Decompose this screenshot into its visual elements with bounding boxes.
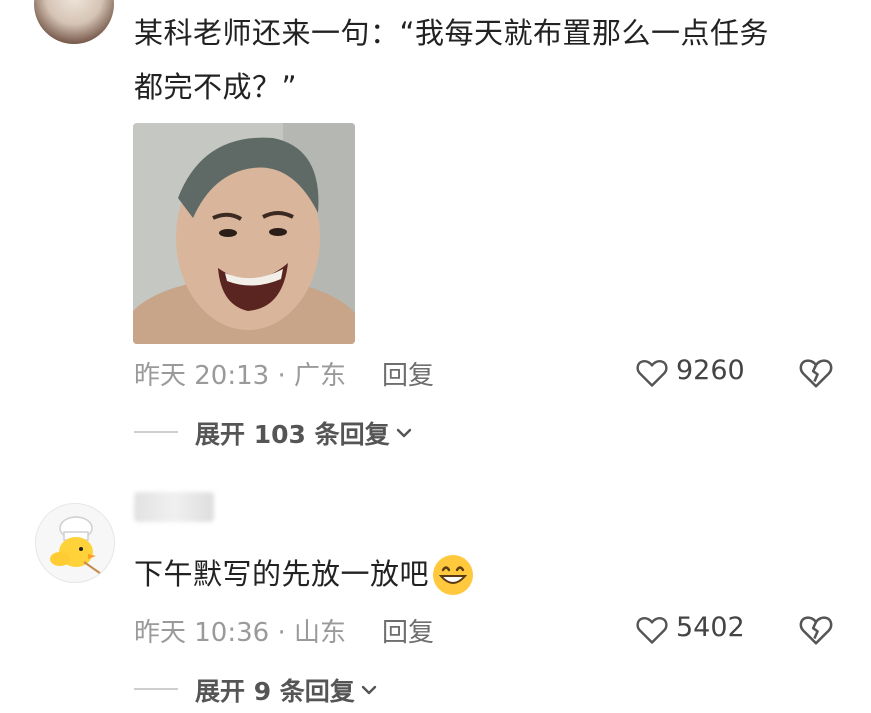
- comment-text-line: 某科老师还来一句：“我每天就布置那么一点任务: [134, 16, 770, 50]
- comment-image[interactable]: [133, 123, 355, 344]
- username-placeholder: [134, 492, 214, 522]
- comment-text-row: 下午默写的先放一放吧: [134, 551, 474, 598]
- chef-duck-avatar-icon: [36, 504, 114, 582]
- expand-replies-label: 展开 103 条回复: [195, 420, 390, 449]
- chevron-down-icon: [359, 680, 379, 700]
- expand-replies-button[interactable]: 展开 9 条回复: [195, 672, 379, 708]
- divider: [134, 431, 178, 433]
- comment-meta: 昨天 20:13 · 广东: [134, 361, 346, 391]
- avatar[interactable]: [34, 0, 114, 44]
- like-count: 9260: [676, 355, 745, 386]
- heart-outline-icon[interactable]: [634, 611, 670, 647]
- reply-button[interactable]: 回复: [382, 612, 434, 649]
- comment-text-line: 都完不成？”: [134, 70, 298, 104]
- face-photo: [133, 123, 355, 344]
- broken-heart-icon[interactable]: [797, 610, 835, 648]
- heart-outline-icon[interactable]: [634, 354, 670, 390]
- comment-meta: 昨天 10:36 · 山东: [134, 618, 346, 648]
- chevron-down-icon: [394, 423, 414, 443]
- broken-heart-icon[interactable]: [797, 353, 835, 391]
- reply-button[interactable]: 回复: [382, 355, 434, 392]
- expand-replies-button[interactable]: 展开 103 条回复: [195, 415, 414, 451]
- avatar[interactable]: [35, 503, 115, 583]
- grinning-face-emoji-icon: [432, 554, 474, 596]
- expand-replies-label: 展开 9 条回复: [195, 677, 355, 706]
- comment-text: 下午默写的先放一放吧: [134, 557, 430, 591]
- divider: [134, 688, 178, 690]
- like-count: 5402: [676, 612, 745, 643]
